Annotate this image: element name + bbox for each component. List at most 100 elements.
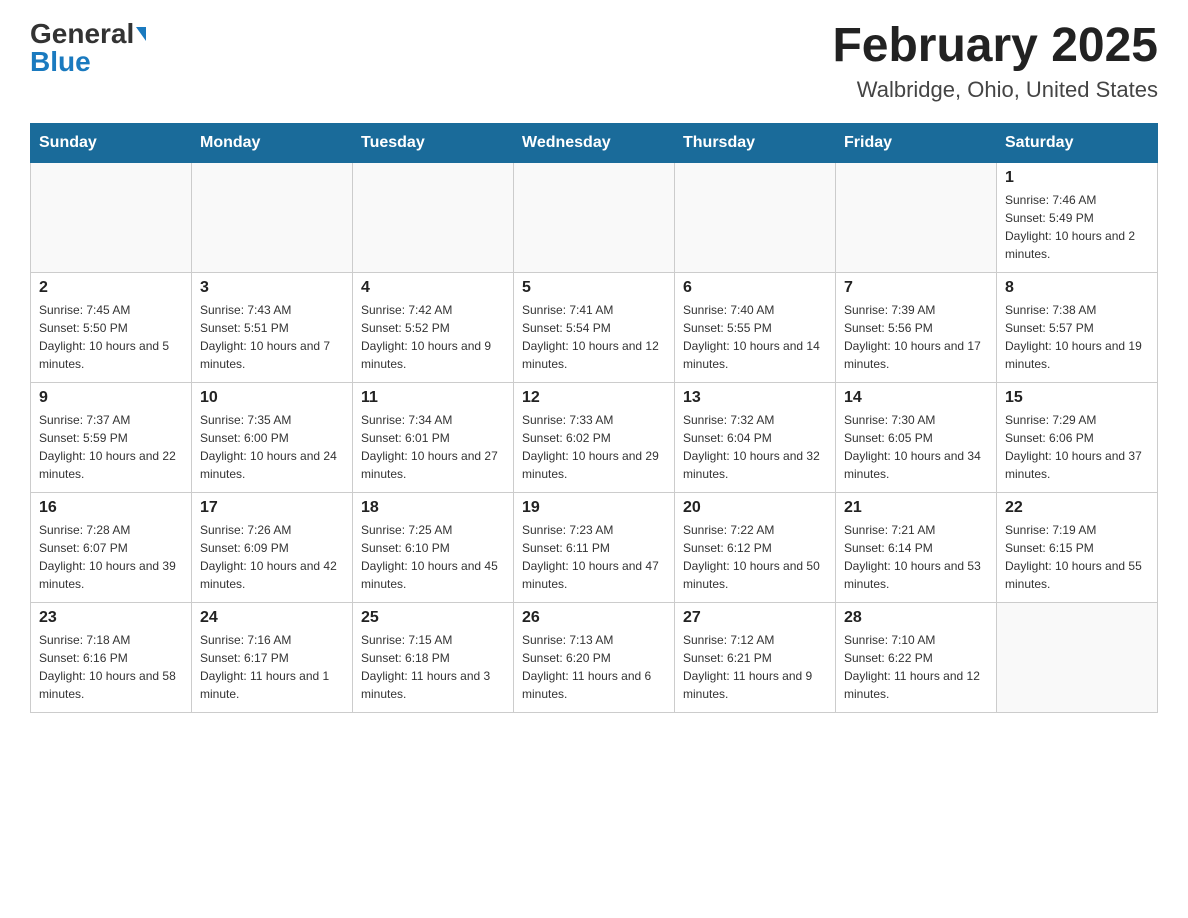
logo: General Blue xyxy=(30,20,146,76)
calendar-day-cell: 19 Sunrise: 7:23 AMSunset: 6:11 PMDayligh… xyxy=(514,492,675,602)
day-info: Sunrise: 7:38 AMSunset: 5:57 PMDaylight:… xyxy=(1005,301,1149,373)
day-number: 23 xyxy=(39,609,183,627)
calendar-day-cell: 9 Sunrise: 7:37 AMSunset: 5:59 PMDaylight… xyxy=(31,382,192,492)
calendar-day-cell: 3 Sunrise: 7:43 AMSunset: 5:51 PMDaylight… xyxy=(192,272,353,382)
logo-general-text: General xyxy=(30,20,134,48)
calendar-day-cell: 1 Sunrise: 7:46 AMSunset: 5:49 PMDaylight… xyxy=(997,162,1158,272)
day-info: Sunrise: 7:15 AMSunset: 6:18 PMDaylight:… xyxy=(361,631,505,703)
calendar-day-cell xyxy=(192,162,353,272)
day-info: Sunrise: 7:28 AMSunset: 6:07 PMDaylight:… xyxy=(39,521,183,593)
calendar-day-cell xyxy=(353,162,514,272)
day-number: 9 xyxy=(39,389,183,407)
calendar-day-cell: 4Sunrise: 7:42 AMSunset: 5:52 PMDaylight… xyxy=(353,272,514,382)
day-info: Sunrise: 7:12 AMSunset: 6:21 PMDaylight:… xyxy=(683,631,827,703)
month-title: February 2025 xyxy=(832,20,1158,73)
day-number: 1 xyxy=(1005,169,1149,187)
calendar-day-cell xyxy=(514,162,675,272)
day-number: 25 xyxy=(361,609,505,627)
calendar-header: SundayMondayTuesdayWednesdayThursdayFrid… xyxy=(31,123,1158,162)
weekday-header-friday: Friday xyxy=(836,123,997,162)
day-number: 14 xyxy=(844,389,988,407)
logo-arrow-icon xyxy=(136,27,146,41)
calendar-day-cell: 18 Sunrise: 7:25 AMSunset: 6:10 PMDayligh… xyxy=(353,492,514,602)
day-info: Sunrise: 7:29 AMSunset: 6:06 PMDaylight:… xyxy=(1005,411,1149,483)
day-number: 17 xyxy=(200,499,344,517)
calendar-day-cell xyxy=(31,162,192,272)
calendar-body: 1 Sunrise: 7:46 AMSunset: 5:49 PMDaylight… xyxy=(31,162,1158,712)
day-number: 26 xyxy=(522,609,666,627)
calendar-day-cell: 15 Sunrise: 7:29 AMSunset: 6:06 PMDayligh… xyxy=(997,382,1158,492)
day-number: 2 xyxy=(39,279,183,297)
day-info: Sunrise: 7:21 AMSunset: 6:14 PMDaylight:… xyxy=(844,521,988,593)
calendar-day-cell: 27 Sunrise: 7:12 AMSunset: 6:21 PMDayligh… xyxy=(675,602,836,712)
calendar-day-cell: 28 Sunrise: 7:10 AMSunset: 6:22 PMDayligh… xyxy=(836,602,997,712)
calendar-day-cell: 8Sunrise: 7:38 AMSunset: 5:57 PMDaylight… xyxy=(997,272,1158,382)
calendar-day-cell: 2 Sunrise: 7:45 AMSunset: 5:50 PMDaylight… xyxy=(31,272,192,382)
calendar-day-cell: 25 Sunrise: 7:15 AMSunset: 6:18 PMDayligh… xyxy=(353,602,514,712)
weekday-header-saturday: Saturday xyxy=(997,123,1158,162)
calendar-table: SundayMondayTuesdayWednesdayThursdayFrid… xyxy=(30,123,1158,713)
calendar-day-cell: 26Sunrise: 7:13 AMSunset: 6:20 PMDayligh… xyxy=(514,602,675,712)
calendar-day-cell xyxy=(997,602,1158,712)
weekday-header-tuesday: Tuesday xyxy=(353,123,514,162)
day-info: Sunrise: 7:35 AMSunset: 6:00 PMDaylight:… xyxy=(200,411,344,483)
calendar-day-cell xyxy=(675,162,836,272)
day-info: Sunrise: 7:16 AMSunset: 6:17 PMDaylight:… xyxy=(200,631,344,703)
calendar-day-cell: 13 Sunrise: 7:32 AMSunset: 6:04 PMDayligh… xyxy=(675,382,836,492)
calendar-day-cell: 7 Sunrise: 7:39 AMSunset: 5:56 PMDaylight… xyxy=(836,272,997,382)
day-number: 7 xyxy=(844,279,988,297)
calendar-day-cell: 21 Sunrise: 7:21 AMSunset: 6:14 PMDayligh… xyxy=(836,492,997,602)
day-number: 11 xyxy=(361,389,505,407)
title-block: February 2025 Walbridge, Ohio, United St… xyxy=(832,20,1158,103)
day-info: Sunrise: 7:19 AMSunset: 6:15 PMDaylight:… xyxy=(1005,521,1149,593)
day-info: Sunrise: 7:34 AMSunset: 6:01 PMDaylight:… xyxy=(361,411,505,483)
calendar-day-cell: 5Sunrise: 7:41 AMSunset: 5:54 PMDaylight… xyxy=(514,272,675,382)
day-info: Sunrise: 7:46 AMSunset: 5:49 PMDaylight:… xyxy=(1005,191,1149,263)
logo-blue-text: Blue xyxy=(30,48,91,76)
day-info: Sunrise: 7:23 AMSunset: 6:11 PMDaylight:… xyxy=(522,521,666,593)
day-info: Sunrise: 7:30 AMSunset: 6:05 PMDaylight:… xyxy=(844,411,988,483)
page-header: General Blue February 2025 Walbridge, Oh… xyxy=(30,20,1158,103)
day-info: Sunrise: 7:10 AMSunset: 6:22 PMDaylight:… xyxy=(844,631,988,703)
day-info: Sunrise: 7:39 AMSunset: 5:56 PMDaylight:… xyxy=(844,301,988,373)
day-number: 27 xyxy=(683,609,827,627)
day-number: 4 xyxy=(361,279,505,297)
calendar-day-cell xyxy=(836,162,997,272)
day-number: 15 xyxy=(1005,389,1149,407)
day-number: 3 xyxy=(200,279,344,297)
day-info: Sunrise: 7:40 AMSunset: 5:55 PMDaylight:… xyxy=(683,301,827,373)
calendar-day-cell: 6 Sunrise: 7:40 AMSunset: 5:55 PMDaylight… xyxy=(675,272,836,382)
day-number: 13 xyxy=(683,389,827,407)
day-number: 19 xyxy=(522,499,666,517)
location-subtitle: Walbridge, Ohio, United States xyxy=(832,77,1158,103)
calendar-day-cell: 12 Sunrise: 7:33 AMSunset: 6:02 PMDayligh… xyxy=(514,382,675,492)
calendar-day-cell: 23 Sunrise: 7:18 AMSunset: 6:16 PMDayligh… xyxy=(31,602,192,712)
weekday-header-monday: Monday xyxy=(192,123,353,162)
day-info: Sunrise: 7:41 AMSunset: 5:54 PMDaylight:… xyxy=(522,301,666,373)
calendar-day-cell: 10Sunrise: 7:35 AMSunset: 6:00 PMDayligh… xyxy=(192,382,353,492)
day-number: 16 xyxy=(39,499,183,517)
day-info: Sunrise: 7:37 AMSunset: 5:59 PMDaylight:… xyxy=(39,411,183,483)
day-number: 21 xyxy=(844,499,988,517)
weekday-header-wednesday: Wednesday xyxy=(514,123,675,162)
day-info: Sunrise: 7:32 AMSunset: 6:04 PMDaylight:… xyxy=(683,411,827,483)
day-number: 6 xyxy=(683,279,827,297)
day-number: 28 xyxy=(844,609,988,627)
calendar-day-cell: 17 Sunrise: 7:26 AMSunset: 6:09 PMDayligh… xyxy=(192,492,353,602)
calendar-day-cell: 11 Sunrise: 7:34 AMSunset: 6:01 PMDayligh… xyxy=(353,382,514,492)
calendar-week-row: 9 Sunrise: 7:37 AMSunset: 5:59 PMDaylight… xyxy=(31,382,1158,492)
day-info: Sunrise: 7:18 AMSunset: 6:16 PMDaylight:… xyxy=(39,631,183,703)
day-number: 12 xyxy=(522,389,666,407)
calendar-week-row: 23 Sunrise: 7:18 AMSunset: 6:16 PMDayligh… xyxy=(31,602,1158,712)
calendar-day-cell: 22 Sunrise: 7:19 AMSunset: 6:15 PMDayligh… xyxy=(997,492,1158,602)
calendar-week-row: 1 Sunrise: 7:46 AMSunset: 5:49 PMDaylight… xyxy=(31,162,1158,272)
day-info: Sunrise: 7:45 AMSunset: 5:50 PMDaylight:… xyxy=(39,301,183,373)
day-info: Sunrise: 7:33 AMSunset: 6:02 PMDaylight:… xyxy=(522,411,666,483)
day-info: Sunrise: 7:26 AMSunset: 6:09 PMDaylight:… xyxy=(200,521,344,593)
weekday-header-sunday: Sunday xyxy=(31,123,192,162)
day-number: 24 xyxy=(200,609,344,627)
day-info: Sunrise: 7:25 AMSunset: 6:10 PMDaylight:… xyxy=(361,521,505,593)
day-info: Sunrise: 7:43 AMSunset: 5:51 PMDaylight:… xyxy=(200,301,344,373)
day-number: 22 xyxy=(1005,499,1149,517)
day-number: 18 xyxy=(361,499,505,517)
